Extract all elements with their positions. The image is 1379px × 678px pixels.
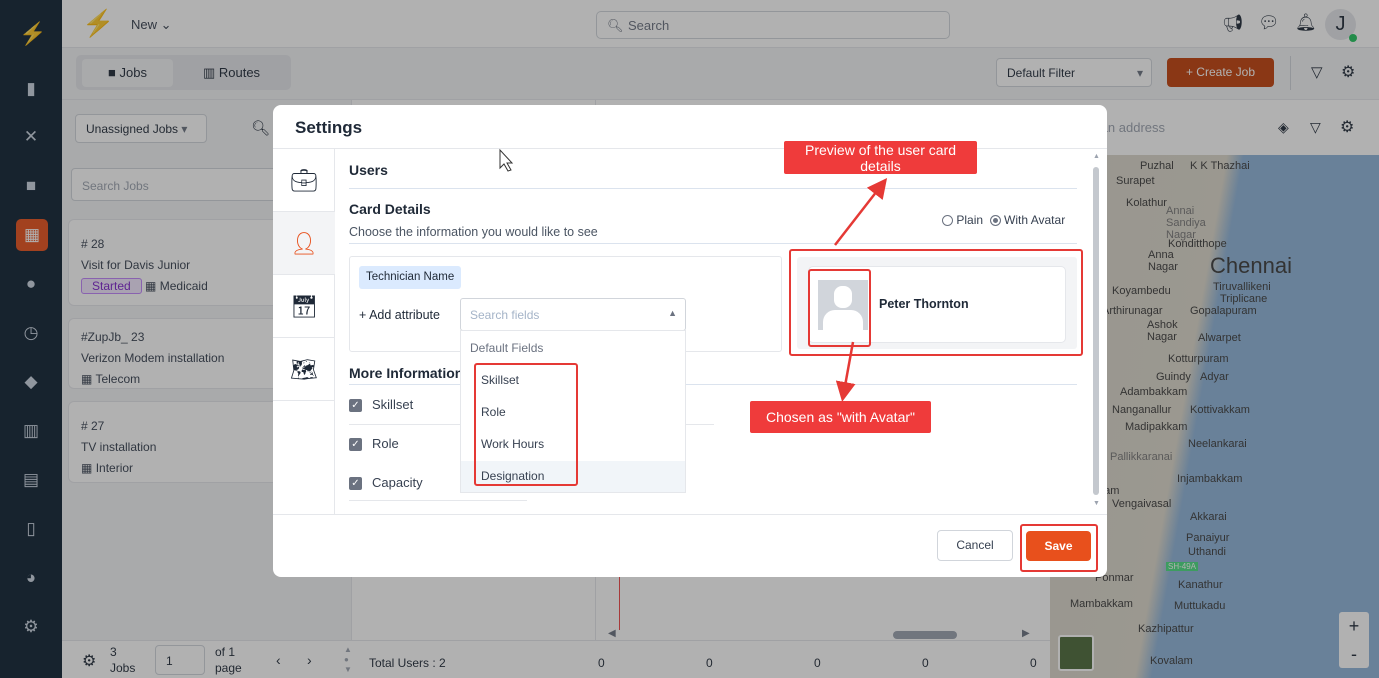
mouse-cursor-icon (499, 148, 514, 172)
fields-dropdown: Default Fields Skillset Role Work Hours … (460, 330, 686, 493)
annotation-highlight-box (474, 363, 578, 486)
annotation-arrow (834, 178, 888, 246)
annotation-arrows (499, 148, 888, 402)
dropdown-group-label: Default Fields (470, 341, 544, 355)
annotation-arrow (835, 341, 856, 402)
